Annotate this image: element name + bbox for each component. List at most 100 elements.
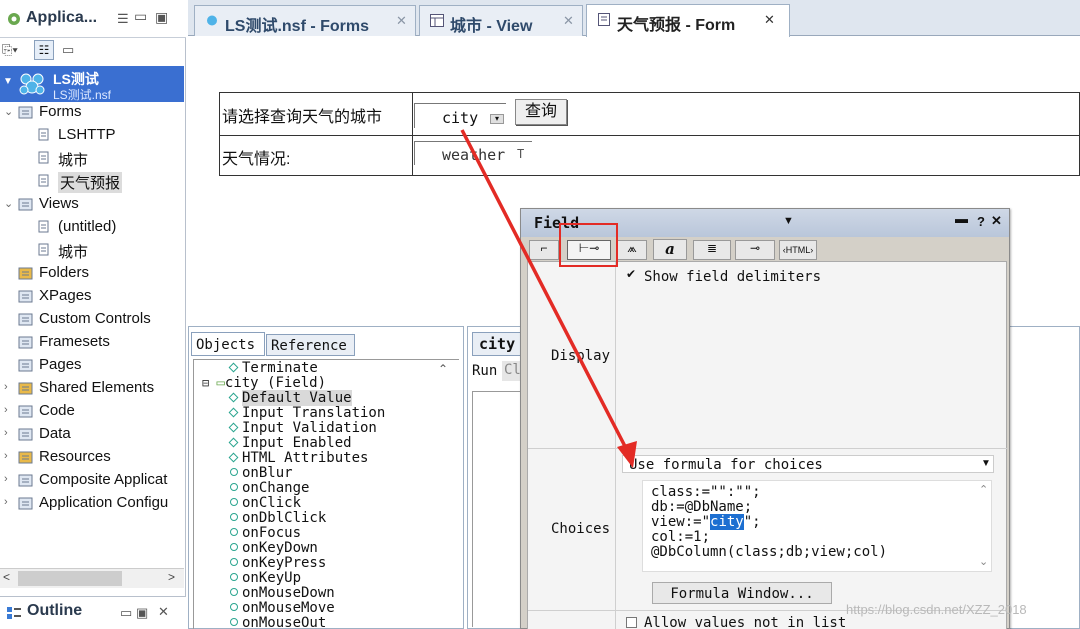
outline-close-icon[interactable]: ✕ — [158, 604, 169, 620]
tree-item[interactable]: Framesets — [0, 332, 186, 355]
collapse-twisty-icon[interactable]: › — [4, 496, 14, 510]
dock-icon[interactable]: ▬ — [955, 211, 968, 226]
horizontal-scrollbar[interactable]: < > — [0, 568, 184, 588]
collapse-twisty-icon[interactable]: › — [4, 381, 14, 395]
tree-item[interactable]: › Shared Elements — [0, 378, 186, 401]
new-icon[interactable]: ⎘▾ — [2, 42, 18, 58]
tree-item[interactable]: 城市 — [0, 148, 186, 171]
tree-item[interactable]: 城市 — [0, 240, 186, 263]
tab-view[interactable]: 城市 - View ✕ — [419, 5, 583, 36]
tab-objects[interactable]: Objects — [191, 332, 265, 356]
object-item[interactable]: onMouseMove — [230, 601, 335, 616]
allow-values-checkbox[interactable] — [626, 617, 637, 628]
outline-minimize-icon[interactable]: ▭ — [120, 605, 132, 621]
paragraph-tab-icon[interactable]: ≣ — [693, 240, 731, 260]
object-item[interactable]: onKeyUp — [230, 571, 301, 586]
object-item[interactable]: onKeyPress — [230, 556, 326, 571]
object-item[interactable]: onFocus — [230, 526, 301, 541]
object-item[interactable]: Terminate — [228, 361, 318, 376]
selected-application[interactable]: ▼ LS测试 LS测试.nsf — [0, 66, 184, 102]
tree-view-icon[interactable]: ☷ — [34, 40, 54, 60]
close-icon[interactable]: ✕ — [764, 12, 775, 28]
advanced-tab-icon[interactable]: ⩕ — [617, 240, 647, 260]
tab-reference[interactable]: Reference — [266, 334, 355, 356]
object-item[interactable]: onKeyDown — [230, 541, 318, 556]
collapse-twisty-icon[interactable]: ▼ — [3, 76, 13, 87]
tree-item[interactable]: › Code — [0, 401, 186, 424]
html-tab-icon[interactable]: ‹HTML› — [779, 240, 817, 260]
list-view-icon[interactable]: ▭ — [62, 42, 74, 58]
tab-form[interactable]: 天气预报 - Form ✕ — [586, 4, 790, 37]
collapse-twisty-icon[interactable]: › — [4, 404, 14, 418]
scroll-up-icon[interactable]: ⌃ — [979, 483, 988, 496]
scroll-thumb[interactable] — [18, 571, 122, 586]
object-item[interactable]: Default Value — [228, 390, 352, 406]
formula-line: class:="":""; — [651, 484, 761, 500]
field-info-tab-icon[interactable]: ⌐ — [529, 240, 559, 260]
collapse-twisty-icon[interactable]: › — [4, 427, 14, 441]
tree-item[interactable]: LSHTTP — [0, 125, 186, 148]
close-icon[interactable]: ✕ — [991, 213, 1002, 229]
event-icon — [230, 528, 238, 536]
help-icon[interactable]: ? — [977, 214, 985, 229]
design-element-icon — [18, 496, 34, 511]
object-item-label: HTML Attributes — [242, 450, 369, 466]
scroll-up-icon[interactable]: ⌃ — [438, 362, 448, 376]
object-item[interactable]: Input Validation — [228, 421, 377, 436]
tree-item[interactable]: (untitled) — [0, 217, 186, 240]
dropdown-icon: ▾ — [490, 114, 504, 124]
control-tab-icon[interactable]: ⊢⊸ — [567, 240, 611, 260]
object-item[interactable]: onMouseDown — [230, 586, 335, 601]
tree-item[interactable]: ⌄ Forms — [0, 102, 186, 125]
menu-icon[interactable]: ☰ — [117, 11, 129, 27]
tree-item[interactable]: Custom Controls — [0, 309, 186, 332]
formula-window-button[interactable]: Formula Window... — [652, 582, 832, 604]
scroll-right-icon[interactable]: > — [168, 570, 175, 584]
outline-maximize-icon[interactable]: ▣ — [136, 605, 148, 621]
tree-item[interactable]: 天气预报 — [0, 171, 186, 194]
tree-item[interactable]: › Data — [0, 424, 186, 447]
close-icon[interactable]: ✕ — [563, 13, 574, 29]
tree-item[interactable]: › Application Configu — [0, 493, 186, 516]
object-item[interactable]: onClick — [230, 496, 301, 511]
query-button[interactable]: 查询 — [515, 99, 567, 125]
chevron-down-icon: ▼ — [981, 458, 991, 469]
collapse-twisty-icon[interactable]: › — [4, 450, 14, 464]
object-item[interactable]: onMouseOut — [230, 616, 326, 629]
object-item[interactable]: ⊟ ▭city (Field) — [202, 376, 326, 391]
show-delimiters-checkbox[interactable]: ✔ — [626, 268, 638, 280]
expand-twisty-icon[interactable]: ⌄ — [4, 105, 14, 119]
dialog-titlebar[interactable]: Field ▼ ▬ ? ✕ — [521, 209, 1009, 237]
formula-editor[interactable]: class:="":""; db:=@DbName; view:="city";… — [642, 480, 992, 572]
scroll-down-icon[interactable]: ⌄ — [979, 555, 988, 568]
font-tab-icon[interactable]: a — [653, 239, 687, 260]
tree-item[interactable]: Folders — [0, 263, 186, 286]
tree-item[interactable]: Pages — [0, 355, 186, 378]
object-item[interactable]: onBlur — [230, 466, 293, 481]
collapse-icon[interactable]: ⊟ — [202, 376, 216, 390]
object-item[interactable]: Input Enabled — [228, 436, 352, 451]
expand-twisty-icon[interactable]: ⌄ — [4, 197, 14, 211]
choices-mode-select[interactable]: Use formula for choices ▼ — [622, 455, 994, 473]
tree-item[interactable]: ⌄ Views — [0, 194, 186, 217]
scroll-left-icon[interactable]: < — [3, 570, 10, 584]
minimize-icon[interactable]: ▭ — [134, 8, 147, 25]
weather-field[interactable]: weather T — [414, 141, 532, 165]
object-item[interactable]: onDblClick — [230, 511, 326, 526]
tree-item[interactable]: XPages — [0, 286, 186, 309]
maximize-icon[interactable]: ▣ — [155, 9, 168, 26]
object-item[interactable]: Input Translation — [228, 406, 385, 421]
hide-when-tab-icon[interactable]: ⊸ — [735, 240, 775, 260]
object-item[interactable]: onChange — [230, 481, 309, 496]
weather-field-name: weather — [442, 146, 506, 164]
tree-item[interactable]: › Composite Applicat — [0, 470, 186, 493]
properties-type-dropdown-icon[interactable]: ▼ — [783, 215, 794, 227]
code-editor[interactable] — [472, 391, 522, 627]
collapse-twisty-icon[interactable]: › — [4, 473, 14, 487]
tree-item[interactable]: › Resources — [0, 447, 186, 470]
object-item-label: onMouseDown — [242, 585, 335, 601]
tab-forms[interactable]: LS测试.nsf - Forms ✕ — [194, 5, 416, 36]
city-field[interactable]: city ▾ — [414, 103, 506, 128]
close-icon[interactable]: ✕ — [396, 13, 407, 29]
object-item[interactable]: HTML Attributes — [228, 450, 369, 466]
